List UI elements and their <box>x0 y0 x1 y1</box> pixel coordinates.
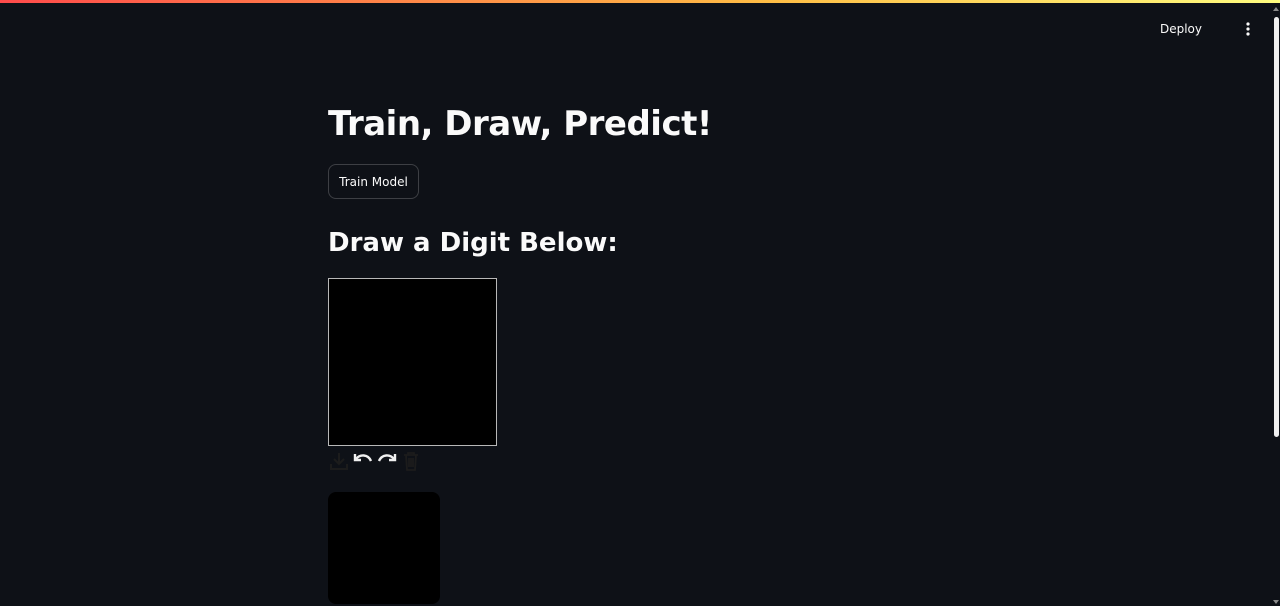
kebab-menu-icon[interactable] <box>1238 17 1258 41</box>
app-header: Deploy <box>0 3 1272 53</box>
page-scrollbar[interactable] <box>1272 3 1280 606</box>
page-title: Train, Draw, Predict! <box>328 104 712 144</box>
drawing-canvas[interactable] <box>328 278 497 446</box>
undo-icon[interactable] <box>352 450 374 472</box>
canvas-toolbar <box>328 450 422 472</box>
scroll-up-arrow-icon[interactable] <box>1273 7 1279 11</box>
section-heading: Draw a Digit Below: <box>328 228 618 258</box>
train-model-button[interactable]: Train Model <box>328 164 419 199</box>
scrollbar-thumb[interactable] <box>1274 17 1279 437</box>
prediction-preview-image <box>328 492 440 604</box>
redo-icon[interactable] <box>376 450 398 472</box>
trash-icon[interactable] <box>400 450 422 472</box>
deploy-button[interactable]: Deploy <box>1152 18 1210 40</box>
scroll-down-arrow-icon[interactable] <box>1273 600 1279 604</box>
download-icon[interactable] <box>328 450 350 472</box>
